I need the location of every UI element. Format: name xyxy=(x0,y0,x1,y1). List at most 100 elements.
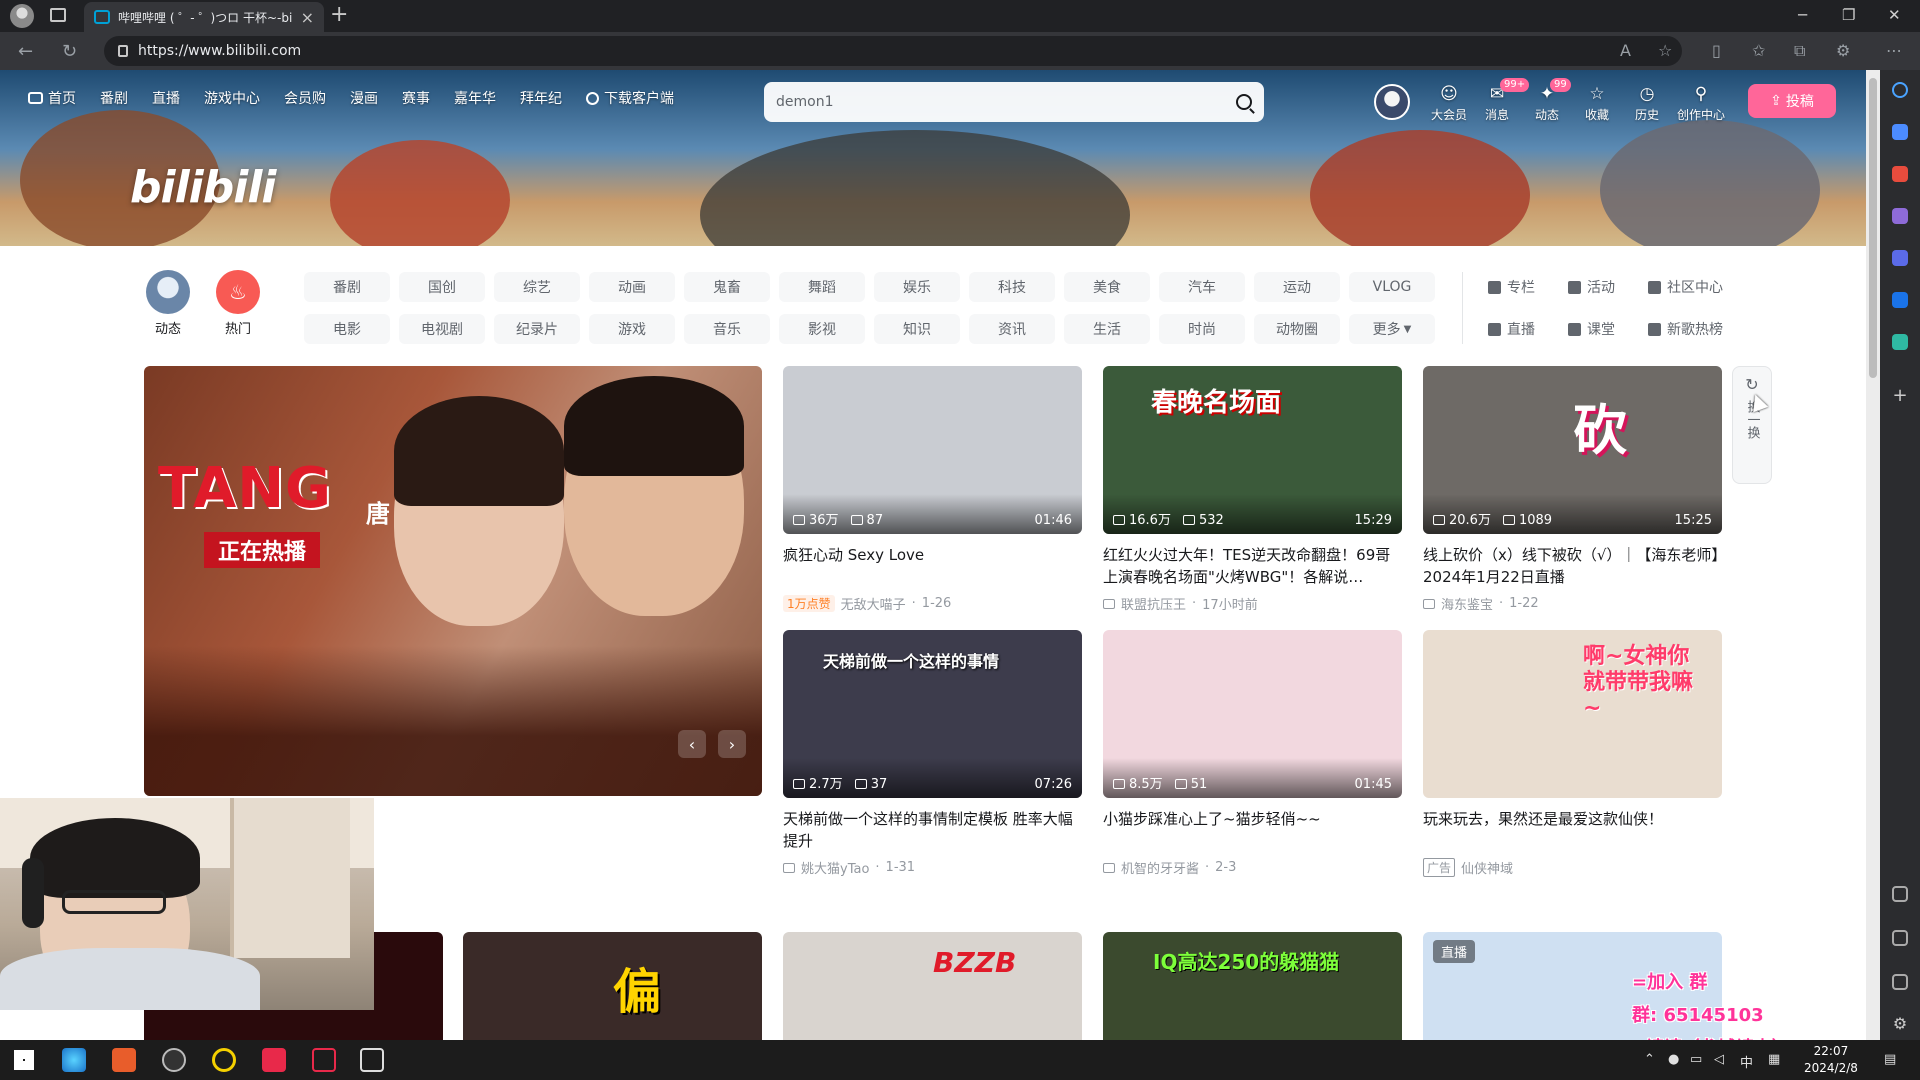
workspaces-icon[interactable] xyxy=(50,8,66,22)
video-title[interactable]: 天梯前做一个这样的事情制定模板 胜率大幅提升 xyxy=(783,808,1082,852)
category-button[interactable]: 舞蹈 xyxy=(779,272,865,302)
nav-download-client[interactable]: 下载客户端 xyxy=(586,88,674,108)
category-button[interactable]: 音乐 xyxy=(684,314,770,344)
video-thumbnail[interactable]: 偏 xyxy=(463,932,762,1040)
category-button[interactable]: 时尚 xyxy=(1159,314,1245,344)
profile-avatar-icon[interactable] xyxy=(10,4,34,28)
link-activity[interactable]: 活动 xyxy=(1568,272,1648,302)
category-more-button[interactable]: 更多 ▼ xyxy=(1349,314,1435,344)
video-thumbnail[interactable]: 天梯前做一个这样的事情 2.7万 37 07:26 xyxy=(783,630,1082,798)
ime-indicator[interactable]: 中 xyxy=(1740,1052,1753,1071)
video-title[interactable]: 线上砍价（x）线下被砍（√）｜【海东老师】2024年1月22日直播 xyxy=(1423,544,1722,588)
category-button[interactable]: 科技 xyxy=(969,272,1055,302)
category-button[interactable]: 鬼畜 xyxy=(684,272,770,302)
back-icon[interactable]: ← xyxy=(18,41,33,62)
close-window-icon[interactable]: ✕ xyxy=(1888,6,1901,24)
category-button[interactable]: 生活 xyxy=(1064,314,1150,344)
video-uploader[interactable]: 机智的牙牙酱 xyxy=(1121,858,1199,877)
external-link-icon[interactable] xyxy=(1892,974,1908,990)
tools-icon[interactable] xyxy=(1892,124,1908,140)
video-thumbnail[interactable]: IQ高达250的躲猫猫 xyxy=(1103,932,1402,1040)
video-card[interactable]: 春晚名场面 16.6万 532 15:29 红红火火过大年！TES逆天改命翻盘！… xyxy=(1103,366,1402,613)
util-favorites[interactable]: ☆ 收藏 xyxy=(1572,84,1622,123)
ad-card[interactable]: 啊~女神你就带带我嘛~ 玩来玩去，果然还是最爱这款仙侠！ 广告 仙侠神域 xyxy=(1423,630,1722,877)
favorite-star-icon[interactable]: ☆ xyxy=(1658,41,1672,60)
video-thumbnail[interactable]: 砍 20.6万 1089 15:25 xyxy=(1423,366,1722,534)
screenshot-icon[interactable] xyxy=(1892,886,1908,902)
obs-icon[interactable] xyxy=(162,1048,186,1072)
category-button[interactable]: 汽车 xyxy=(1159,272,1245,302)
video-uploader[interactable]: 无敌大喵子 xyxy=(841,594,906,613)
new-tab-icon[interactable]: + xyxy=(330,2,348,27)
nav-new-year[interactable]: 拜年纪 xyxy=(520,88,562,108)
mic-icon[interactable]: ● xyxy=(1668,1052,1679,1067)
ime-grid-icon[interactable]: ▦ xyxy=(1768,1052,1780,1067)
ad-title[interactable]: 玩来玩去，果然还是最爱这款仙侠！ xyxy=(1423,808,1722,852)
tab-bilibili[interactable]: 哔哩哔哩 ( ゜- ゜)つロ 干杯~-bilibili × xyxy=(84,2,324,32)
more-menu-icon[interactable]: ⋯ xyxy=(1886,41,1902,60)
category-button[interactable]: 资讯 xyxy=(969,314,1055,344)
nav-esports[interactable]: 赛事 xyxy=(402,88,430,108)
collections-icon[interactable]: ⧉ xyxy=(1794,41,1805,61)
app-icon[interactable] xyxy=(112,1048,136,1072)
search-icon[interactable] xyxy=(1236,94,1252,110)
keyboard-app-icon[interactable] xyxy=(360,1048,384,1072)
page-scrollbar[interactable] xyxy=(1866,70,1880,1040)
util-messages[interactable]: ✉ 99+ 消息 xyxy=(1472,78,1530,123)
video-thumbnail[interactable]: 36万 87 01:46 xyxy=(783,366,1082,534)
add-sidebar-icon[interactable]: + xyxy=(1892,387,1908,405)
nav-live[interactable]: 直播 xyxy=(152,88,180,108)
category-button[interactable]: 电视剧 xyxy=(399,314,485,344)
video-card[interactable]: 天梯前做一个这样的事情 2.7万 37 07:26 天梯前做一个这样的事情制定模… xyxy=(783,630,1082,877)
video-card[interactable]: 砍 20.6万 1089 15:25 线上砍价（x）线下被砍（√）｜【海东老师】… xyxy=(1423,366,1722,613)
category-button[interactable]: 番剧 xyxy=(304,272,390,302)
video-uploader[interactable]: 海东鉴宝 xyxy=(1441,594,1493,613)
link-live[interactable]: 直播 xyxy=(1488,314,1568,344)
link-column[interactable]: 专栏 xyxy=(1488,272,1568,302)
volume-icon[interactable]: ◁ xyxy=(1714,1052,1724,1067)
nav-carnival[interactable]: 嘉年华 xyxy=(454,88,496,108)
util-creator-center[interactable]: ⚲ 创作中心 xyxy=(1676,84,1726,123)
video-thumbnail[interactable]: 春晚名场面 16.6万 532 15:29 xyxy=(1103,366,1402,534)
video-title[interactable]: 红红火火过大年！TES逆天改命翻盘！69哥上演春晚名场面"火烤WBG"！各解说… xyxy=(1103,544,1402,588)
circle-app-icon[interactable] xyxy=(212,1048,236,1072)
search-icon[interactable] xyxy=(1892,82,1908,98)
category-button[interactable]: 知识 xyxy=(874,314,960,344)
nav-mall[interactable]: 会员购 xyxy=(284,88,326,108)
copilot-icon[interactable] xyxy=(1892,250,1908,266)
category-button[interactable]: 游戏 xyxy=(589,314,675,344)
upload-button[interactable]: ⇪ 投稿 xyxy=(1748,84,1836,118)
edge-browser-icon[interactable] xyxy=(62,1048,86,1072)
category-button[interactable]: 动画 xyxy=(589,272,675,302)
carousel-next-icon[interactable]: › xyxy=(718,730,746,758)
send-icon[interactable] xyxy=(1892,334,1908,350)
valorant-icon[interactable] xyxy=(312,1048,336,1072)
video-uploader[interactable]: 联盟抗压王 xyxy=(1121,594,1186,613)
video-uploader[interactable]: 姚大猫yTao xyxy=(801,858,869,877)
settings-icon[interactable]: ⚙ xyxy=(1892,1016,1908,1032)
tray-chevron-icon[interactable]: ⌃ xyxy=(1644,1052,1655,1067)
nav-home[interactable]: 首页 xyxy=(28,88,76,108)
link-classroom[interactable]: 课堂 xyxy=(1568,314,1648,344)
notification-icon[interactable]: ▤ xyxy=(1884,1052,1896,1067)
category-button[interactable]: 综艺 xyxy=(494,272,580,302)
read-aloud-icon[interactable]: A xyxy=(1620,41,1631,60)
refresh-page-icon[interactable]: ↻ xyxy=(62,41,77,62)
video-title[interactable]: 疯狂心动 Sexy Love xyxy=(783,544,1082,588)
video-thumbnail[interactable]: 8.5万 51 01:45 xyxy=(1103,630,1402,798)
video-card[interactable]: 8.5万 51 01:45 小猫步踩准心上了~猫步轻俏~~ 机智的牙牙酱 · 2… xyxy=(1103,630,1402,877)
util-dynamic[interactable]: ✦ 99 动态 xyxy=(1522,78,1572,123)
scrollbar-thumb[interactable] xyxy=(1869,78,1877,378)
util-history[interactable]: ◷ 历史 xyxy=(1622,84,1672,123)
category-button[interactable]: 运动 xyxy=(1254,272,1340,302)
search-input[interactable] xyxy=(776,94,1236,110)
category-button[interactable]: 国创 xyxy=(399,272,485,302)
outlook-icon[interactable] xyxy=(1892,292,1908,308)
minimize-icon[interactable]: ─ xyxy=(1798,6,1807,24)
video-title[interactable]: 小猫步踩准心上了~猫步轻俏~~ xyxy=(1103,808,1402,852)
carousel-prev-icon[interactable]: ‹ xyxy=(678,730,706,758)
nav-manga[interactable]: 漫画 xyxy=(350,88,378,108)
shopping-icon[interactable] xyxy=(1892,166,1908,182)
restore-icon[interactable]: ❐ xyxy=(1842,6,1855,24)
hero-carousel[interactable]: TANG 唐 正在热播 ‹ › xyxy=(144,366,762,796)
